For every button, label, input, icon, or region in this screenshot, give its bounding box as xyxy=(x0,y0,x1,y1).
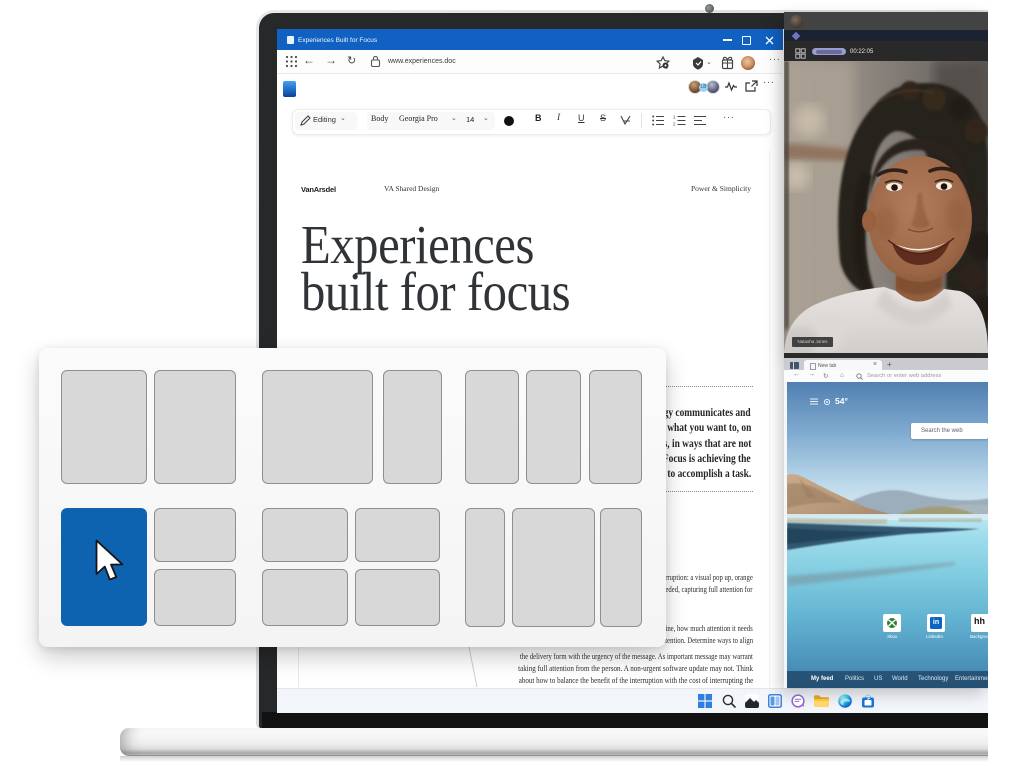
svg-text:2: 2 xyxy=(673,122,676,127)
svg-text:1: 1 xyxy=(673,115,676,120)
